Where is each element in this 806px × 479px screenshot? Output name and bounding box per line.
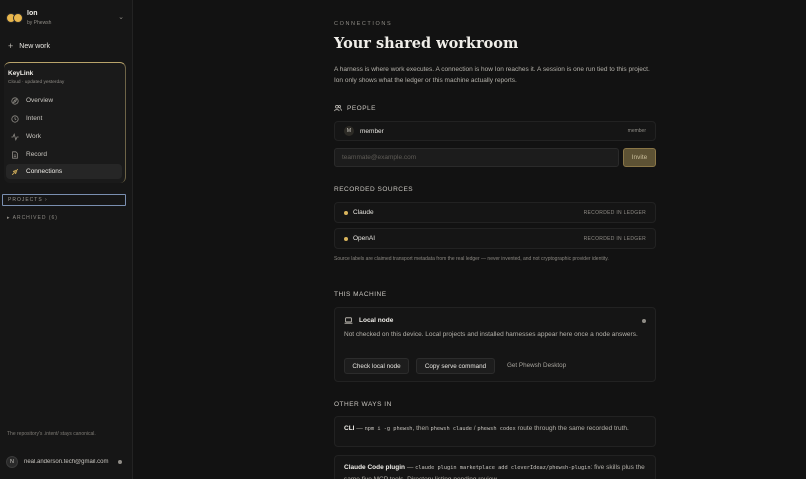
other-ways-header: OTHER WAYS IN bbox=[334, 401, 392, 408]
nav-label: Intent bbox=[26, 115, 43, 122]
node-status-dot-icon bbox=[642, 319, 646, 323]
invite-email-input[interactable] bbox=[334, 148, 619, 167]
nav-item-overview[interactable]: Overview bbox=[6, 93, 122, 108]
workspace-owner: by Phewsh bbox=[27, 20, 52, 26]
copy-serve-command-button[interactable]: Copy serve command bbox=[416, 358, 495, 374]
source-row: OpenAI RECORDED IN LEDGER bbox=[334, 228, 656, 249]
repository-note: The repository's .intent/ stays canonica… bbox=[7, 431, 96, 437]
nav-label: Connections bbox=[26, 168, 63, 175]
page-title: Your shared workroom bbox=[334, 35, 519, 52]
page-intro: A harness is where work executes. A conn… bbox=[334, 66, 650, 84]
recorded-sources-header: RECORDED SOURCES bbox=[334, 186, 414, 193]
local-node-label: Local node bbox=[359, 317, 394, 324]
source-name: Claude bbox=[353, 209, 374, 216]
member-name: member bbox=[360, 127, 384, 135]
get-desktop-link[interactable]: Get Phewsh Desktop bbox=[507, 362, 566, 369]
clock-icon bbox=[10, 114, 20, 123]
page-eyebrow: CONNECTIONS bbox=[334, 21, 393, 27]
ion-logo-icon bbox=[6, 13, 24, 25]
avatar: N bbox=[6, 456, 18, 468]
main-content: CONNECTIONS Your shared workroom A harne… bbox=[133, 0, 806, 479]
nav-label: Record bbox=[26, 151, 47, 158]
sources-note: Source labels are claimed transport meta… bbox=[334, 256, 609, 262]
new-work-label: New work bbox=[19, 42, 50, 50]
source-row: Claude RECORDED IN LEDGER bbox=[334, 202, 656, 223]
invite-button[interactable]: Invite bbox=[623, 148, 656, 167]
cli-claude-command: phewsh claude bbox=[430, 426, 472, 432]
source-status: RECORDED IN LEDGER bbox=[583, 235, 646, 242]
cli-install-command: npm i -g phewsh bbox=[364, 426, 413, 432]
source-status-dot-icon bbox=[344, 236, 348, 241]
activity-icon bbox=[10, 132, 20, 141]
workspace-switcher[interactable]: Ion by Phewsh ⌄ bbox=[6, 9, 126, 29]
member-row: M member member bbox=[334, 121, 656, 141]
chevron-down-icon[interactable]: ⌄ bbox=[118, 13, 124, 21]
nav-label: Overview bbox=[26, 97, 54, 104]
source-name: OpenAI bbox=[353, 235, 376, 242]
plugin-install-command: claude plugin marketplace add cleverIdea… bbox=[415, 465, 591, 471]
user-email: neal.anderson.tech@gmail.com bbox=[24, 459, 109, 465]
nav-item-work[interactable]: Work bbox=[6, 129, 122, 144]
projects-section-toggle[interactable]: PROJECTS › bbox=[2, 194, 126, 206]
nav-item-connections[interactable]: Connections bbox=[6, 164, 122, 179]
separator: — bbox=[354, 425, 365, 432]
separator: — bbox=[405, 464, 416, 471]
source-status-dot-icon bbox=[344, 210, 348, 215]
plus-icon: + bbox=[8, 41, 14, 51]
nav-item-record[interactable]: Record bbox=[6, 147, 122, 162]
people-label: PEOPLE bbox=[347, 104, 377, 112]
people-icon bbox=[334, 105, 342, 112]
claude-plugin-option-card: Claude Code plugin — claude plugin marke… bbox=[334, 455, 656, 479]
local-node-card: Local node Not checked on this device. L… bbox=[334, 307, 656, 382]
plug-icon bbox=[10, 168, 20, 176]
nav-item-intent[interactable]: Intent bbox=[6, 111, 122, 126]
cli-option-card: CLI — npm i -g phewsh, then phewsh claud… bbox=[334, 416, 656, 447]
local-node-title: Local node bbox=[344, 316, 393, 325]
sidebar: Ion by Phewsh ⌄ + New work KeyLink Cloud… bbox=[0, 0, 133, 479]
cli-text: route through the same recorded truth. bbox=[515, 425, 629, 432]
cli-codex-command: phewsh codex bbox=[477, 426, 516, 432]
source-status: RECORDED IN LEDGER bbox=[583, 209, 646, 216]
this-machine-header: THIS MACHINE bbox=[334, 291, 387, 298]
compass-icon bbox=[10, 96, 20, 105]
laptop-icon bbox=[344, 317, 353, 324]
local-node-description: Not checked on this device. Local projec… bbox=[344, 331, 638, 338]
project-name[interactable]: KeyLink bbox=[8, 70, 33, 77]
plugin-title: Claude Code plugin bbox=[344, 464, 406, 471]
current-project-card: KeyLink Cloud · updated yesterday Overvi… bbox=[4, 62, 126, 183]
archived-section-toggle[interactable]: ▸ ARCHIVED (6) bbox=[7, 215, 58, 221]
avatar: M bbox=[344, 126, 354, 136]
document-icon bbox=[10, 150, 20, 159]
check-local-node-button[interactable]: Check local node bbox=[344, 358, 409, 374]
cli-text: , then bbox=[412, 425, 431, 432]
project-meta: Cloud · updated yesterday bbox=[8, 80, 65, 85]
cli-title: CLI bbox=[344, 425, 355, 432]
new-work-button[interactable]: + New work bbox=[8, 40, 50, 52]
workspace-name: Ion bbox=[27, 10, 38, 17]
user-account[interactable]: N neal.anderson.tech@gmail.com bbox=[6, 455, 128, 469]
people-section-header: PEOPLE bbox=[334, 104, 376, 112]
member-role: member bbox=[627, 128, 646, 134]
status-dot-icon bbox=[118, 460, 122, 464]
nav-label: Work bbox=[26, 133, 42, 140]
